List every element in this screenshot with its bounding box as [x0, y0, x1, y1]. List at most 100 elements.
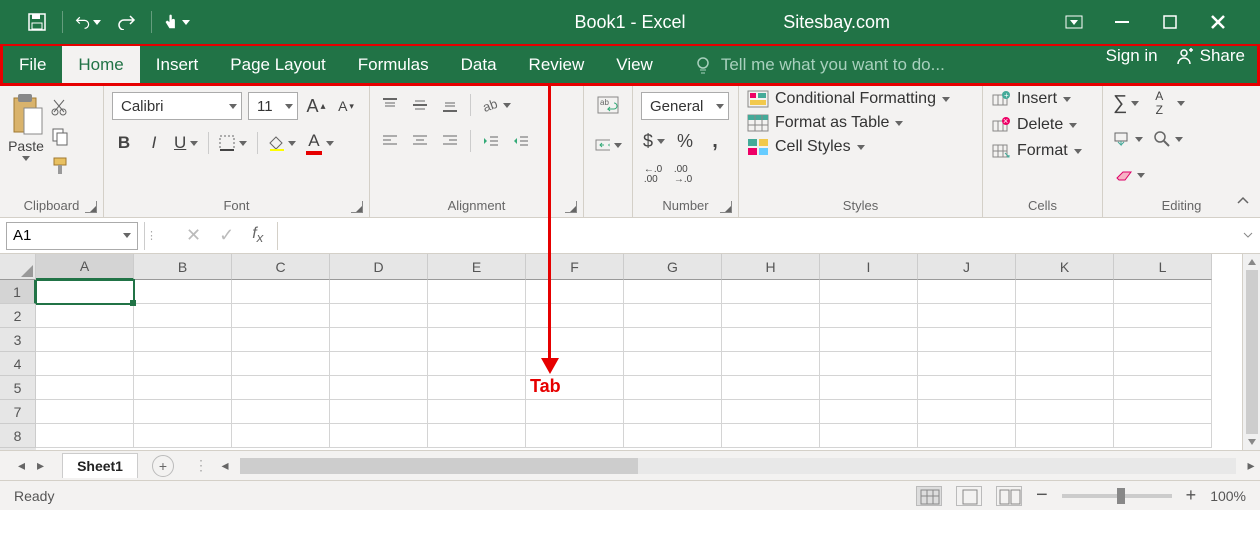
autosum-button[interactable]: ∑: [1111, 90, 1141, 116]
cell[interactable]: [1114, 280, 1212, 304]
cell[interactable]: [330, 424, 428, 448]
cell[interactable]: [526, 304, 624, 328]
row-header[interactable]: 8: [0, 424, 36, 448]
column-header[interactable]: I: [820, 254, 918, 280]
insert-function-icon[interactable]: fx: [252, 225, 263, 245]
cell[interactable]: [330, 328, 428, 352]
cell[interactable]: [820, 280, 918, 304]
format-as-table-button[interactable]: Format as Table: [747, 114, 974, 132]
column-header[interactable]: K: [1016, 254, 1114, 280]
row-header[interactable]: 7: [0, 400, 36, 424]
cell[interactable]: [134, 328, 232, 352]
cell[interactable]: [330, 376, 428, 400]
column-header[interactable]: H: [722, 254, 820, 280]
horizontal-scrollbar[interactable]: [240, 458, 1236, 474]
cell[interactable]: [722, 400, 820, 424]
cell[interactable]: [232, 304, 330, 328]
redo-icon[interactable]: [113, 9, 139, 35]
cell[interactable]: [722, 280, 820, 304]
cell[interactable]: [428, 400, 526, 424]
cell[interactable]: [820, 400, 918, 424]
cell[interactable]: [624, 400, 722, 424]
column-header[interactable]: L: [1114, 254, 1212, 280]
cell[interactable]: [918, 328, 1016, 352]
zoom-out-icon[interactable]: −: [1036, 484, 1048, 507]
tab-view[interactable]: View: [600, 46, 669, 83]
cell[interactable]: [1114, 352, 1212, 376]
cell-styles-button[interactable]: Cell Styles: [747, 138, 974, 156]
cell[interactable]: [330, 304, 428, 328]
close-icon[interactable]: [1204, 8, 1232, 36]
cell[interactable]: [526, 280, 624, 304]
cell[interactable]: [428, 352, 526, 376]
cell[interactable]: [624, 280, 722, 304]
insert-cells-button[interactable]: +Insert: [991, 90, 1094, 108]
row-header[interactable]: 3: [0, 328, 36, 352]
dialog-launcher-icon[interactable]: [351, 201, 363, 213]
minimize-icon[interactable]: [1108, 8, 1136, 36]
cell[interactable]: [526, 328, 624, 352]
border-button[interactable]: [217, 130, 249, 156]
cell[interactable]: [134, 280, 232, 304]
merge-center-icon[interactable]: [592, 132, 624, 158]
sheet-nav-prev-icon[interactable]: ◂: [18, 457, 25, 474]
page-break-view-icon[interactable]: [996, 486, 1022, 506]
cell[interactable]: [820, 328, 918, 352]
row-header[interactable]: 1: [0, 280, 36, 304]
column-header[interactable]: A: [36, 254, 134, 280]
scroll-left-icon[interactable]: ◂: [216, 457, 234, 475]
number-format-combo[interactable]: General: [641, 92, 729, 120]
scroll-right-icon[interactable]: ▸: [1242, 457, 1260, 475]
find-select-button[interactable]: [1151, 126, 1185, 152]
font-name-combo[interactable]: Calibri: [112, 92, 242, 120]
normal-view-icon[interactable]: [916, 486, 942, 506]
cell[interactable]: [820, 352, 918, 376]
column-header[interactable]: E: [428, 254, 526, 280]
cell[interactable]: [918, 280, 1016, 304]
align-bottom-icon[interactable]: [438, 92, 462, 118]
row-header[interactable]: 2: [0, 304, 36, 328]
cell[interactable]: [36, 424, 134, 448]
tab-review[interactable]: Review: [513, 46, 601, 83]
name-box-expand-icon[interactable]: ⋮: [144, 222, 158, 250]
cell[interactable]: [134, 304, 232, 328]
cell[interactable]: [722, 424, 820, 448]
cell[interactable]: [36, 328, 134, 352]
cell[interactable]: [428, 376, 526, 400]
zoom-slider[interactable]: [1062, 494, 1172, 498]
row-header[interactable]: 5: [0, 376, 36, 400]
cell[interactable]: [526, 400, 624, 424]
increase-font-icon[interactable]: A▴: [304, 93, 328, 119]
cell[interactable]: [918, 304, 1016, 328]
cell[interactable]: [330, 280, 428, 304]
cell[interactable]: [134, 376, 232, 400]
expand-formula-bar-icon[interactable]: [1236, 227, 1260, 245]
cell[interactable]: [36, 352, 134, 376]
align-middle-icon[interactable]: [408, 92, 432, 118]
cell[interactable]: [1016, 376, 1114, 400]
tab-file[interactable]: File: [3, 46, 62, 83]
cell[interactable]: [36, 304, 134, 328]
cell[interactable]: [232, 328, 330, 352]
cell[interactable]: [820, 424, 918, 448]
align-right-icon[interactable]: [438, 128, 462, 154]
cell[interactable]: [1016, 304, 1114, 328]
align-top-icon[interactable]: [378, 92, 402, 118]
decrease-indent-icon[interactable]: [479, 128, 503, 154]
percent-format-icon[interactable]: %: [673, 128, 697, 154]
sign-in-link[interactable]: Sign in: [1106, 46, 1158, 66]
column-header[interactable]: D: [330, 254, 428, 280]
bold-button[interactable]: B: [112, 130, 136, 156]
cell[interactable]: [820, 376, 918, 400]
undo-icon[interactable]: [75, 9, 101, 35]
cell[interactable]: [36, 400, 134, 424]
sheet-tab[interactable]: Sheet1: [62, 453, 138, 478]
cell[interactable]: [722, 304, 820, 328]
cell[interactable]: [624, 376, 722, 400]
cell[interactable]: [1114, 400, 1212, 424]
cell[interactable]: [134, 352, 232, 376]
save-icon[interactable]: [24, 9, 50, 35]
format-painter-icon[interactable]: [50, 156, 72, 176]
sort-filter-button[interactable]: AZ: [1147, 90, 1171, 116]
cell[interactable]: [330, 352, 428, 376]
